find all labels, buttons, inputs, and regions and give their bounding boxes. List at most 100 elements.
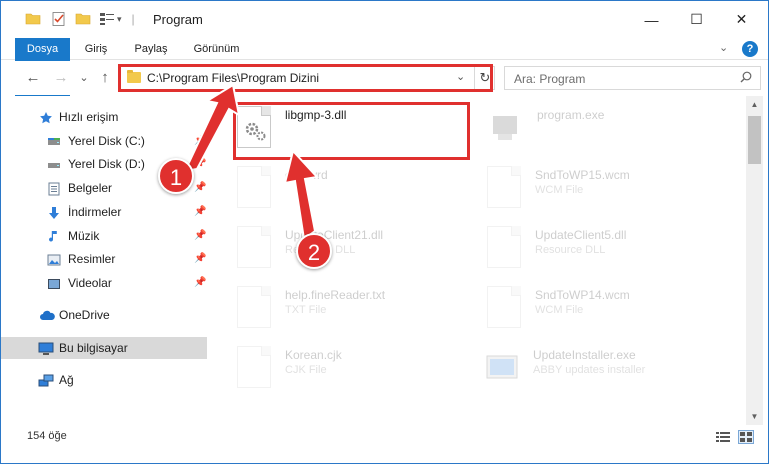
star-icon (39, 110, 53, 124)
back-arrow-icon: ← (25, 69, 41, 86)
network-icon (38, 373, 54, 387)
customize-toolbar-chevron-icon[interactable]: ▾ (117, 14, 122, 25)
exe-file-icon (489, 106, 523, 148)
tab-share[interactable]: Paylaş (131, 38, 171, 60)
minimize-button[interactable]: — (629, 1, 674, 38)
details-view-icon[interactable] (715, 430, 731, 444)
expand-ribbon-chevron-icon[interactable]: ⌄ (719, 41, 728, 54)
recent-locations-button[interactable]: ⌄ (77, 67, 91, 89)
pin-icon[interactable]: 📌 (194, 153, 206, 175)
address-highlight-box (118, 64, 493, 92)
large-icons-view-icon[interactable] (738, 430, 754, 444)
tab-home[interactable]: Giriş (81, 38, 111, 60)
drive-icon (47, 134, 61, 148)
file-type: WCM File (535, 304, 584, 316)
documents-icon (47, 181, 61, 196)
music-icon (47, 229, 61, 243)
document-file-icon (487, 286, 521, 328)
computer-icon (38, 341, 54, 355)
scroll-up-arrow-icon[interactable]: ▲ (746, 96, 763, 113)
maximize-icon: ☐ (690, 11, 703, 27)
sidebar-item-pictures[interactable]: Resimler 📌 (1, 248, 207, 270)
document-file-icon (237, 286, 271, 328)
scroll-down-arrow-icon[interactable]: ▼ (746, 408, 763, 425)
file-type: TXT File (285, 304, 327, 316)
sidebar-item-label: Yerel Disk (C:) (68, 134, 145, 148)
file-type: CJK File (285, 364, 327, 376)
drive-icon (47, 157, 61, 171)
file-item-updateclient5[interactable]: UpdateClient5.dll Resource DLL (487, 218, 727, 278)
maximize-button[interactable]: ☐ (674, 1, 719, 38)
sidebar-item-downloads[interactable]: İndirmeler 📌 (1, 201, 207, 223)
file-name: ded.wrd (285, 168, 328, 182)
tab-view[interactable]: Görünüm (189, 38, 244, 60)
back-button[interactable]: ← (23, 67, 43, 89)
file-explorer-window: ▾ | Program — ☐ ✕ Dosya Giriş Paylaş Gör… (0, 0, 769, 464)
pin-icon[interactable]: 📌 (194, 130, 206, 152)
sidebar-item-label: Videolar (68, 276, 112, 290)
folder-icon[interactable] (25, 11, 41, 27)
cloud-icon (39, 308, 55, 322)
file-name: SndToWP14.wcm (535, 288, 630, 302)
item-count: 154 öğe (27, 430, 67, 442)
view-details-icon[interactable] (99, 11, 115, 27)
forward-arrow-icon: → (53, 69, 69, 86)
new-folder-icon[interactable] (75, 11, 91, 27)
file-item-updateclient21[interactable]: UpdateClient21.dll Resource DLL (237, 218, 477, 278)
search-icon[interactable] (740, 71, 752, 86)
file-item-program-exe[interactable]: program.exe (489, 98, 729, 158)
quick-access-toolbar: ▾ | (25, 10, 135, 28)
file-highlight-box (233, 102, 470, 160)
document-file-icon (487, 166, 521, 208)
exe-file-icon (485, 346, 519, 388)
file-name: SndToWP15.wcm (535, 168, 630, 182)
vertical-scrollbar[interactable]: ▲ ▼ (746, 96, 763, 425)
chevron-down-icon: ⌄ (79, 72, 89, 84)
properties-icon[interactable] (51, 11, 67, 27)
file-item-updateinstaller[interactable]: UpdateInstaller.exe ABBY updates install… (485, 338, 725, 398)
sidebar-item-this-pc[interactable]: Bu bilgisayar (1, 337, 207, 359)
scroll-thumb[interactable] (748, 116, 761, 164)
file-type: ABBY updates installer (533, 364, 646, 376)
document-file-icon (237, 346, 271, 388)
pin-icon[interactable]: 📌 (194, 272, 206, 294)
sidebar-item-label: İndirmeler (68, 205, 122, 219)
file-item-help-finereader[interactable]: help.fineReader.txt TXT File (237, 278, 477, 338)
document-file-icon (237, 166, 271, 208)
videos-icon (47, 276, 61, 290)
download-icon (47, 205, 61, 219)
file-name: Korean.cjk (285, 348, 342, 362)
close-button[interactable]: ✕ (719, 1, 764, 38)
sidebar-item-label: OneDrive (59, 308, 110, 322)
file-type: WCM File (535, 184, 584, 196)
sidebar-item-music[interactable]: Müzik 📌 (1, 225, 207, 247)
sidebar-item-label: Bu bilgisayar (59, 341, 128, 355)
window-title: Program (153, 12, 203, 27)
search-box[interactable]: Ara: Program (504, 66, 761, 90)
dll-file-icon (237, 226, 271, 268)
sidebar-item-onedrive[interactable]: OneDrive (1, 304, 207, 326)
pin-icon[interactable]: 📌 (194, 225, 206, 247)
pin-icon[interactable]: 📌 (194, 248, 206, 270)
sidebar-item-label: Yerel Disk (D:) (68, 157, 145, 171)
sidebar-item-quick-access[interactable]: Hızlı erişim (1, 106, 207, 128)
pin-icon[interactable]: 📌 (194, 177, 206, 199)
sidebar-item-videos[interactable]: Videolar 📌 (1, 272, 207, 294)
pin-icon[interactable]: 📌 (194, 201, 206, 223)
file-item-ded-wrd[interactable]: ded.wrd (237, 158, 477, 218)
sidebar-item-local-disk-c[interactable]: Yerel Disk (C:) 📌 (1, 130, 207, 152)
help-icon[interactable]: ? (742, 41, 758, 57)
file-item-sndtowp15[interactable]: SndToWP15.wcm WCM File (487, 158, 727, 218)
up-arrow-icon: ↑ (101, 69, 109, 86)
up-button[interactable]: ↑ (96, 67, 114, 89)
search-input[interactable]: Ara: Program (514, 72, 585, 86)
file-item-sndtowp14[interactable]: SndToWP14.wcm WCM File (487, 278, 727, 338)
sidebar-item-label: Ağ (59, 373, 74, 387)
step-1-badge: 1 (158, 158, 194, 194)
sidebar-item-network[interactable]: Ağ (1, 369, 207, 391)
file-item-korean-cjk[interactable]: Korean.cjk CJK File (237, 338, 477, 398)
file-name: UpdateInstaller.exe (533, 348, 636, 362)
forward-button[interactable]: → (51, 67, 71, 89)
step-2-badge: 2 (296, 233, 332, 269)
minimize-icon: — (644, 11, 659, 28)
